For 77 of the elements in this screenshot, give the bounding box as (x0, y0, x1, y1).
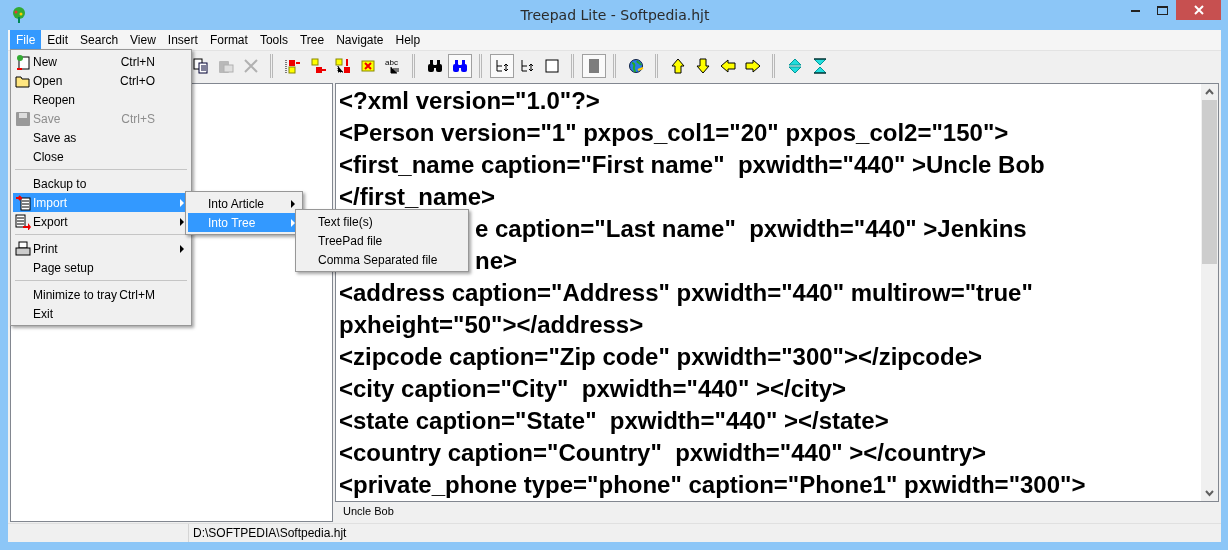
tree-app-icon (10, 6, 28, 24)
menu-item[interactable]: Open Ctrl+O (13, 71, 189, 90)
new-file-icon (15, 53, 31, 70)
menu-item[interactable]: Into Article (188, 194, 300, 213)
square-icon (544, 58, 560, 74)
menu-item[interactable]: Page setup (13, 258, 189, 277)
menu-item[interactable]: New Ctrl+N (13, 52, 189, 71)
copy-icon (193, 58, 209, 74)
export-icon (15, 213, 31, 230)
menu-bar-item[interactable]: Help (389, 30, 427, 50)
window-title: Treepad Lite - Softpedia.hjt (519, 7, 711, 23)
globe-icon (628, 58, 644, 74)
editor-text-line: <address caption="Address" pxwidth="440" multirow="true" (339, 279, 1033, 306)
collapse-icon (812, 58, 828, 74)
node-icon (310, 58, 326, 74)
menu-bar-item[interactable]: Navigate (330, 30, 390, 50)
menu-bar-item[interactable]: Search (74, 30, 125, 50)
import-icon (15, 194, 31, 211)
left-arrow-icon (720, 58, 736, 74)
editor-text-line: <city caption="City" pxwidth="440" ></city> (339, 375, 847, 402)
cross-icon (243, 58, 259, 74)
editor-text-line: <?xml version="1.0"?> (339, 87, 600, 114)
node-title: Uncle Bob (342, 504, 395, 519)
editor-text-line: <country caption="Country" pxwidth="440" ></country> (339, 439, 986, 466)
menu-bar-item[interactable]: Insert (161, 30, 204, 50)
menu-item[interactable]: Text file(s) (298, 212, 466, 231)
floppy-icon (15, 110, 31, 127)
expand-icon (787, 58, 803, 74)
menu-item[interactable]: Minimize to tray Ctrl+M (13, 285, 189, 304)
close-icon (1193, 5, 1204, 15)
editor-text-line: ne> (475, 247, 518, 274)
down-arrow-icon (695, 58, 711, 74)
editor-text-line: <zipcode caption="Zip code" pxwidth="300"></zipcode> (339, 343, 982, 370)
right-arrow-icon (745, 58, 761, 74)
menu-item[interactable]: Comma Separated file (298, 250, 466, 269)
node-delete-icon (360, 58, 376, 74)
node-icon (335, 58, 351, 74)
menu-item[interactable]: Save as (13, 128, 189, 147)
tree-layout-icon (519, 58, 535, 74)
menu-bar-item[interactable]: Tools (253, 30, 294, 50)
editor-text-line: e caption="Last name" pxwidth="440" >Jenkins (475, 215, 1027, 242)
scrollbar-thumb[interactable] (1202, 100, 1217, 264)
binoculars-icon (427, 58, 443, 74)
submenu-arrow-icon (179, 244, 185, 253)
up-arrow-icon (670, 58, 686, 74)
node-icon (285, 58, 301, 74)
toolbar-button[interactable] (448, 54, 472, 78)
editor-text-line: <first_name caption="First name" pxwidth="440" >Uncle Bob (339, 151, 1045, 178)
submenu-arrow-icon (290, 218, 296, 227)
clipboard-icon (218, 58, 234, 74)
editor-text-line: </first_name> (339, 183, 496, 210)
menu-item[interactable]: Export (13, 212, 189, 231)
submenu-arrow-icon (179, 217, 185, 226)
file-path: D:\SOFTPEDIA\Softpedia.hjt (192, 525, 348, 542)
menu-bar-item[interactable]: Format (203, 30, 254, 50)
editor-text-line: pxheight="50"></address> (339, 311, 644, 338)
binoculars-icon (452, 58, 468, 74)
editor-text-line: <Person version="1" pxpos_col1="20" pxpos_col2="150"> (339, 119, 1009, 146)
menu-item[interactable]: Close (13, 147, 189, 166)
close-button[interactable] (1176, 0, 1221, 20)
menu-item[interactable]: Exit (13, 304, 189, 323)
menu-item[interactable]: TreePad file (298, 231, 466, 250)
maximize-icon (1157, 5, 1168, 15)
scrollbar[interactable] (1201, 84, 1218, 501)
submenu-arrow-icon (179, 198, 185, 207)
minimize-icon (1131, 8, 1140, 12)
menu-bar-item[interactable]: View (124, 30, 162, 50)
editor-text-line: <private_phone type="phone" caption="Phone1" pxwidth="300"> (339, 471, 1086, 498)
printer-icon (15, 240, 31, 257)
editor-text-line: <state caption="State" pxwidth="440" ></state> (339, 407, 889, 434)
menu-item[interactable]: Reopen (13, 90, 189, 109)
menu-item[interactable]: Backup to (13, 174, 189, 193)
menu-item[interactable]: Print (13, 239, 189, 258)
tree-layout-icon (494, 58, 510, 74)
submenu-arrow-icon (290, 199, 296, 208)
menu-bar-item[interactable]: Tree (293, 30, 331, 50)
menu-bar-item[interactable]: Edit (41, 30, 75, 50)
